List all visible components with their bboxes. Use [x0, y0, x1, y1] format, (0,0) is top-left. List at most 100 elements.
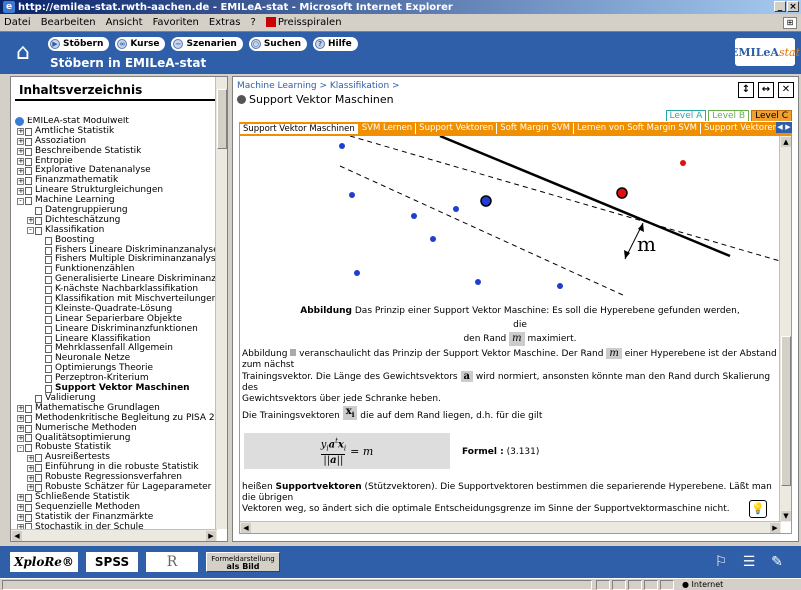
document-icon — [45, 236, 52, 245]
content-vertical-scrollbar[interactable]: ▲ ▼ — [779, 136, 791, 522]
expand-icon[interactable]: + — [27, 484, 34, 492]
expand-icon[interactable]: + — [17, 187, 24, 195]
r-button[interactable]: R — [146, 552, 198, 572]
expand-icon[interactable]: + — [17, 138, 24, 146]
expand-icon[interactable]: + — [17, 158, 24, 165]
formula-as-image-button[interactable]: Formeldarstellung als Bild — [206, 552, 280, 572]
tab-svm-lernen[interactable]: SVM Lernen — [358, 123, 417, 134]
content-horizontal-scrollbar[interactable]: ◀ ▶ — [240, 521, 781, 533]
expand-icon[interactable]: + — [17, 425, 24, 433]
view-tools: ↕ ↔ ✕ — [738, 82, 794, 98]
expand-icon[interactable]: + — [27, 217, 34, 225]
caption-text: maximiert. — [527, 334, 577, 344]
tab-lernen-soft-margin-svm[interactable]: Lernen von Soft Margin SVM — [574, 123, 701, 134]
expand-icon[interactable]: + — [17, 434, 24, 442]
expand-vertical-button[interactable]: ↕ — [738, 82, 754, 98]
scroll-right-icon[interactable]: ▶ — [770, 523, 780, 533]
toc-horizontal-scrollbar[interactable]: ◀ ▶ — [11, 529, 217, 541]
level-a-tab[interactable]: Level A — [665, 110, 707, 121]
tree-spacer — [27, 207, 34, 215]
nav-stoebern-button[interactable]: ▶ Stöbern — [48, 37, 110, 51]
collapse-icon[interactable]: - — [27, 227, 34, 235]
expand-icon[interactable]: + — [17, 405, 24, 413]
nav-szenarien-button[interactable]: − Szenarien — [171, 37, 243, 51]
expand-icon[interactable]: + — [17, 177, 24, 185]
expand-icon[interactable]: + — [27, 464, 34, 472]
document-icon — [45, 335, 52, 344]
tree-spacer — [37, 365, 44, 373]
menu-help[interactable]: ? — [251, 17, 256, 28]
scroll-thumb[interactable] — [217, 89, 227, 149]
favorite-link[interactable]: Preisspiralen — [265, 17, 352, 28]
figure-ref-icon[interactable] — [290, 349, 297, 356]
paragraph-3: heißen Supportvektoren (Stützvektoren). … — [242, 482, 778, 515]
breadcrumb[interactable]: Machine Learning > Klassifikation > — [237, 81, 400, 91]
xplore-button[interactable]: XploRe® — [10, 552, 78, 572]
nav-label: Szenarien — [186, 39, 237, 49]
expand-icon[interactable]: + — [27, 454, 34, 462]
document-icon — [35, 394, 42, 403]
tree-view-icon[interactable]: ☰ — [739, 552, 759, 572]
document-icon — [25, 414, 32, 423]
app-title: Stöbern in EMILeA-stat — [50, 56, 207, 70]
document-icon — [45, 365, 52, 374]
internet-zone: ● Internet — [682, 580, 724, 589]
close-window-button[interactable]: × — [787, 1, 799, 12]
tree-spacer — [37, 345, 44, 353]
expand-icon[interactable]: + — [17, 148, 24, 156]
tab-scroll-left-icon[interactable]: ◀ — [776, 122, 784, 133]
document-icon — [45, 295, 52, 304]
minimize-button[interactable]: _ — [774, 1, 786, 12]
windows-logo-icon: ⊞ — [783, 17, 797, 29]
scroll-left-icon[interactable]: ◀ — [241, 523, 251, 533]
menu-datei[interactable]: Datei — [4, 17, 31, 28]
toc-vertical-scrollbar[interactable] — [215, 77, 227, 529]
menu-favoriten[interactable]: Favoriten — [153, 17, 199, 28]
menu-bearbeiten[interactable]: Bearbeiten — [41, 17, 96, 28]
minus-icon: − — [173, 39, 184, 49]
scroll-right-icon[interactable]: ▶ — [206, 531, 216, 541]
document-icon — [25, 503, 32, 512]
tab-soft-margin-svm[interactable]: Soft Margin SVM — [497, 123, 575, 134]
spss-button[interactable]: SPSS — [86, 552, 138, 572]
collapse-icon[interactable]: - — [17, 444, 24, 452]
expand-icon[interactable]: + — [17, 415, 24, 423]
close-view-button[interactable]: ✕ — [778, 82, 794, 98]
margin-line-lower — [339, 165, 626, 296]
collapse-icon[interactable]: - — [17, 197, 24, 205]
expand-icon[interactable]: + — [27, 474, 34, 482]
lightbulb-hint-icon[interactable]: 💡 — [749, 500, 767, 518]
scroll-down-icon[interactable]: ▼ — [781, 511, 791, 521]
toc-item[interactable]: - Klassifikation — [15, 225, 223, 236]
level-c-tab[interactable]: Level C — [751, 110, 792, 121]
expand-icon[interactable]: + — [17, 514, 24, 522]
expand-icon[interactable]: + — [17, 494, 24, 502]
scroll-thumb[interactable] — [781, 336, 791, 486]
expand-icon[interactable]: + — [17, 504, 24, 512]
nav-hilfe-button[interactable]: ? Hilfe — [312, 37, 358, 51]
nav-suchen-button[interactable]: ○ Suchen — [248, 37, 307, 51]
tab-support-vektoren[interactable]: Support Vektoren — [416, 123, 498, 134]
menu-bar: Datei Bearbeiten Ansicht Favoriten Extra… — [0, 14, 801, 32]
menu-ansicht[interactable]: Ansicht — [106, 17, 143, 28]
tab-support-vektor-maschinen[interactable]: Support Vektor Maschinen — [239, 123, 359, 134]
tab-scroll-right-icon[interactable]: ▶ — [784, 122, 792, 133]
document-icon — [45, 375, 52, 384]
expand-icon[interactable]: + — [17, 128, 24, 136]
pen-icon[interactable]: ✎ — [767, 552, 787, 572]
nav-kurse-button[interactable]: ∞ Kurse — [115, 37, 166, 51]
formula-image: yiatxi ||a|| = m — [244, 433, 450, 469]
status-cell — [660, 580, 674, 590]
level-b-tab[interactable]: Level B — [708, 110, 750, 121]
home-icon[interactable]: ⌂ — [10, 40, 36, 66]
expand-icon[interactable]: + — [17, 167, 24, 175]
scroll-up-icon[interactable]: ▲ — [781, 137, 791, 147]
menu-extras[interactable]: Extras — [209, 17, 241, 28]
tools-bar: XploRe® SPSS R Formeldarstellung als Bil… — [0, 546, 801, 578]
expand-horizontal-button[interactable]: ↔ — [758, 82, 774, 98]
document-icon — [45, 246, 52, 255]
network-icon[interactable]: ⚐ — [711, 552, 731, 572]
para-text: Die Trainingsvektoren — [242, 411, 340, 421]
figure-caption: Abbildung Das Prinzip einer Support Vekt… — [300, 304, 740, 346]
scroll-left-icon[interactable]: ◀ — [12, 531, 22, 541]
